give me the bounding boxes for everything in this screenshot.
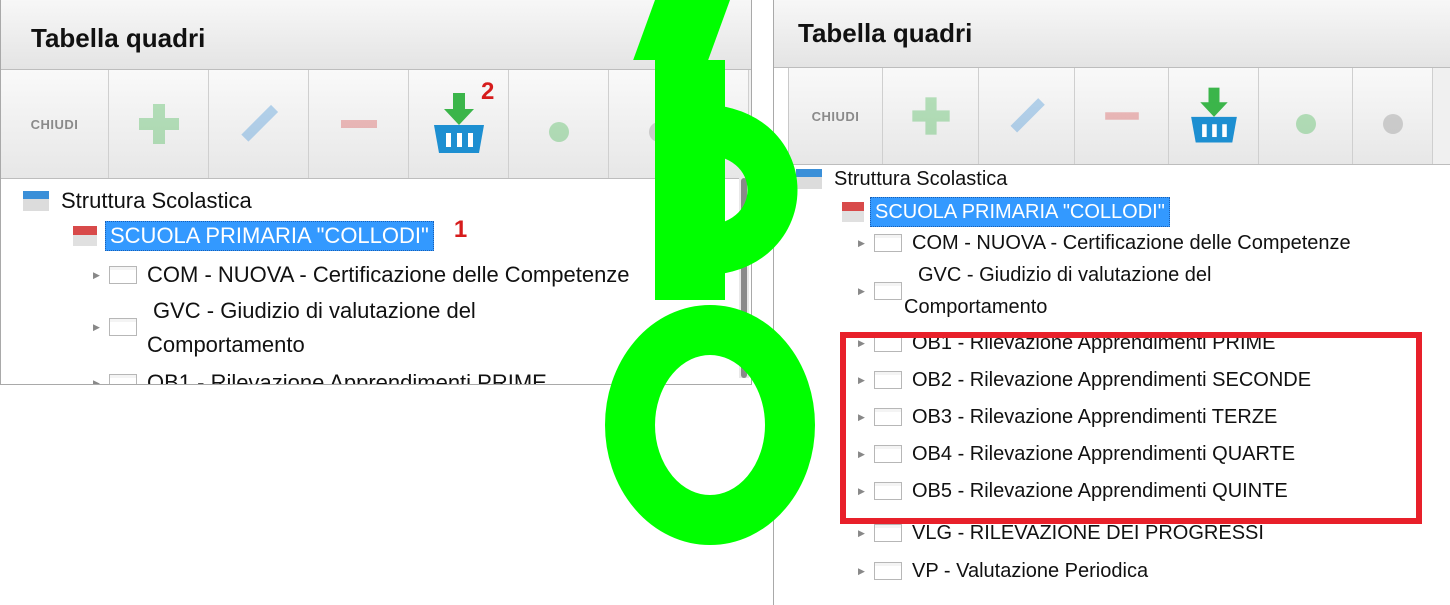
- tree-root-label: Struttura Scolastica: [834, 168, 1008, 190]
- pencil-icon: [1010, 98, 1045, 133]
- circle-up-icon: [1295, 114, 1316, 134]
- circle-up-icon: [548, 122, 569, 142]
- pencil-icon: [240, 104, 278, 142]
- school-icon: [73, 226, 97, 246]
- tree-item-label: Comportamento: [904, 296, 1048, 318]
- document-icon: [874, 282, 902, 300]
- more-button[interactable]: [709, 70, 749, 178]
- document-icon: [874, 524, 902, 542]
- add-button[interactable]: [109, 70, 209, 178]
- school-building-icon: [796, 169, 822, 189]
- move-up-button[interactable]: [1259, 68, 1353, 164]
- minus-icon: [340, 120, 377, 128]
- expand-arrow-icon: ▶: [93, 270, 100, 280]
- expand-arrow-icon: ▶: [858, 286, 865, 296]
- highlight-box: [840, 332, 1422, 524]
- document-icon: [874, 234, 902, 252]
- school-label: SCUOLA PRIMARIA "COLLODI": [870, 197, 1170, 227]
- tree-item-label: GVC - Giudizio di valutazione del: [153, 298, 476, 323]
- expand-arrow-icon: ▶: [858, 566, 865, 576]
- add-button[interactable]: [883, 68, 979, 164]
- circle-down-icon: [648, 122, 669, 142]
- close-button[interactable]: CHIUDI: [1, 70, 109, 178]
- close-button[interactable]: CHIUDI: [789, 68, 883, 164]
- edit-button[interactable]: [979, 68, 1075, 164]
- document-icon: [109, 318, 137, 336]
- tree-item[interactable]: ▶ OB1 - Rilevazione Apprendimenti PRIME: [93, 369, 547, 385]
- delete-button[interactable]: [1075, 68, 1169, 164]
- document-icon: [874, 562, 902, 580]
- tree-item[interactable]: ▶ COM - NUOVA - Certificazione delle Com…: [93, 261, 630, 289]
- document-icon: [109, 374, 137, 384]
- school-icon: [842, 202, 864, 222]
- step-badge: 1: [453, 216, 468, 243]
- school-label: SCUOLA PRIMARIA "COLLODI": [105, 221, 434, 251]
- tree-school[interactable]: SCUOLA PRIMARIA "COLLODI" 1: [73, 216, 467, 251]
- document-icon: [109, 266, 137, 284]
- delete-button[interactable]: [309, 70, 409, 178]
- tree-school[interactable]: SCUOLA PRIMARIA "COLLODI": [842, 197, 1170, 227]
- tree-root-label: Struttura Scolastica: [61, 188, 252, 213]
- minus-icon: [1104, 112, 1139, 120]
- tree-item-label: GVC - Giudizio di valutazione del: [918, 264, 1212, 286]
- scrollbar[interactable]: [739, 178, 749, 378]
- tree-root[interactable]: Struttura Scolastica: [23, 187, 252, 215]
- plus-icon: [138, 104, 179, 144]
- edit-button[interactable]: [209, 70, 309, 178]
- school-building-icon: [23, 191, 49, 211]
- close-button-label: CHIUDI: [30, 116, 79, 132]
- tree-item-label: Comportamento: [147, 332, 305, 357]
- import-button[interactable]: 2: [409, 70, 509, 178]
- circle-down-icon: [1382, 114, 1403, 134]
- tree-root[interactable]: Struttura Scolastica: [796, 165, 1007, 193]
- left-panel: Tabella quadri CHIUDI 2 Struttura Scolas…: [0, 0, 752, 385]
- toolbar: CHIUDI: [788, 68, 1450, 165]
- move-down-button[interactable]: [609, 70, 709, 178]
- expand-arrow-icon: ▶: [93, 378, 100, 385]
- tree-item-label: COM - NUOVA - Certificazione delle Compe…: [147, 262, 630, 287]
- panel-title: Tabella quadri: [774, 0, 1450, 68]
- move-down-button[interactable]: [1353, 68, 1433, 164]
- tree-item[interactable]: ▶: [93, 313, 147, 341]
- tree-item[interactable]: ▶ COM - NUOVA - Certificazione delle Com…: [858, 229, 1351, 257]
- tree-item-label: OB1 - Rilevazione Apprendimenti PRIME: [147, 370, 547, 385]
- tree-item-label: VP - Valutazione Periodica: [912, 560, 1149, 582]
- tree-item-label: COM - NUOVA - Certificazione delle Compe…: [912, 232, 1351, 254]
- scrollbar-thumb[interactable]: [741, 178, 747, 378]
- step-badge: 2: [481, 78, 495, 105]
- basket-download-icon: [1190, 87, 1237, 143]
- import-button[interactable]: [1169, 68, 1259, 164]
- toolbar: CHIUDI 2: [1, 70, 751, 179]
- expand-arrow-icon: ▶: [93, 322, 100, 332]
- tree-item[interactable]: ▶ VP - Valutazione Periodica: [858, 557, 1148, 585]
- plus-icon: [911, 97, 950, 135]
- move-up-button[interactable]: [509, 70, 609, 178]
- close-button-label: CHIUDI: [811, 108, 860, 124]
- expand-arrow-icon: ▶: [858, 238, 865, 248]
- panel-title: Tabella quadri: [1, 0, 751, 70]
